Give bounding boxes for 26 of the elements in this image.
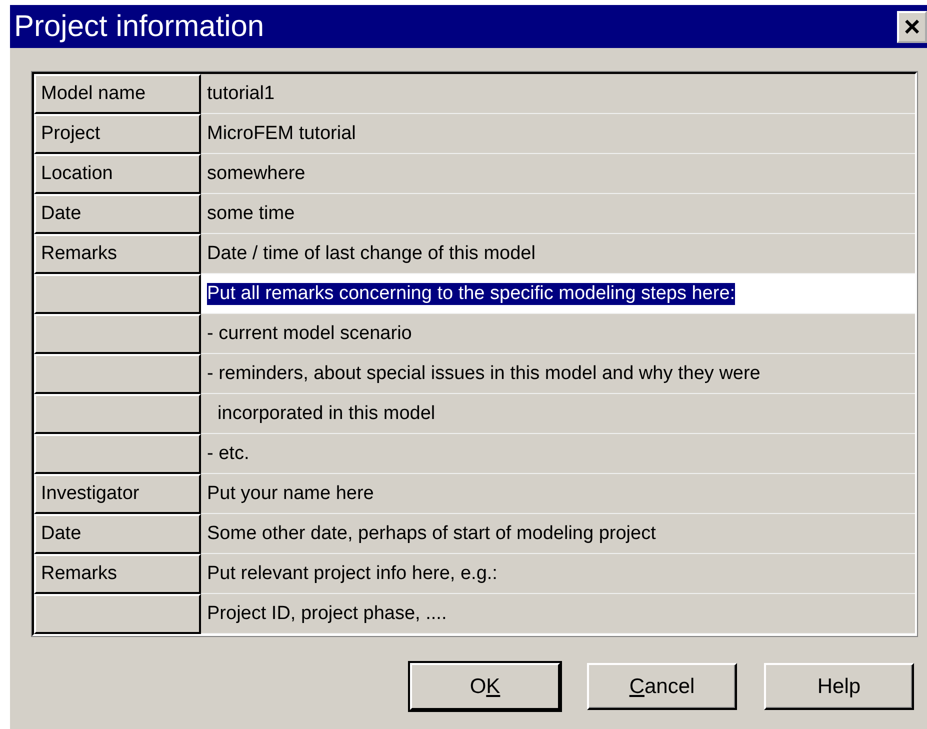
value-cell[interactable]: Put your name here xyxy=(201,474,915,514)
row-label: Location xyxy=(34,154,201,194)
value-cell[interactable]: somewhere xyxy=(201,154,915,194)
window-title: Project information xyxy=(14,10,264,44)
value-cell[interactable]: - etc. xyxy=(201,434,915,474)
close-button[interactable]: × xyxy=(897,10,927,42)
row-label: Date xyxy=(34,194,201,234)
value-cell[interactable]: some time xyxy=(201,194,915,234)
row-label: Model name xyxy=(34,74,201,114)
value-cell[interactable]: Put relevant project info here, e.g.: xyxy=(201,554,915,594)
dialog-button[interactable]: Help xyxy=(764,663,914,710)
row-label: Remarks xyxy=(34,554,201,594)
value-cell[interactable]: Some other date, perhaps of start of modeling project xyxy=(201,514,915,554)
value-cell[interactable]: - current model scenario xyxy=(201,314,915,354)
value-cell[interactable]: Put all remarks concerning to the specific modeling steps here: xyxy=(201,274,915,314)
value-cell[interactable]: MicroFEM tutorial xyxy=(201,114,915,154)
row-label: Investigator xyxy=(34,474,201,514)
value-cell[interactable]: tutorial1 xyxy=(201,74,915,114)
row-label: Remarks xyxy=(34,234,201,274)
row-label: Date xyxy=(34,514,201,554)
value-cell[interactable]: - reminders, about special issues in this model and why they were xyxy=(201,354,915,394)
row-label: Project xyxy=(34,114,201,154)
value-cell[interactable]: incorporated in this model xyxy=(201,394,915,434)
dialog-button[interactable]: OK xyxy=(410,663,560,710)
value-cell[interactable]: Project ID, project phase, .... xyxy=(201,594,915,634)
dialog-button[interactable]: Cancel xyxy=(587,663,737,710)
